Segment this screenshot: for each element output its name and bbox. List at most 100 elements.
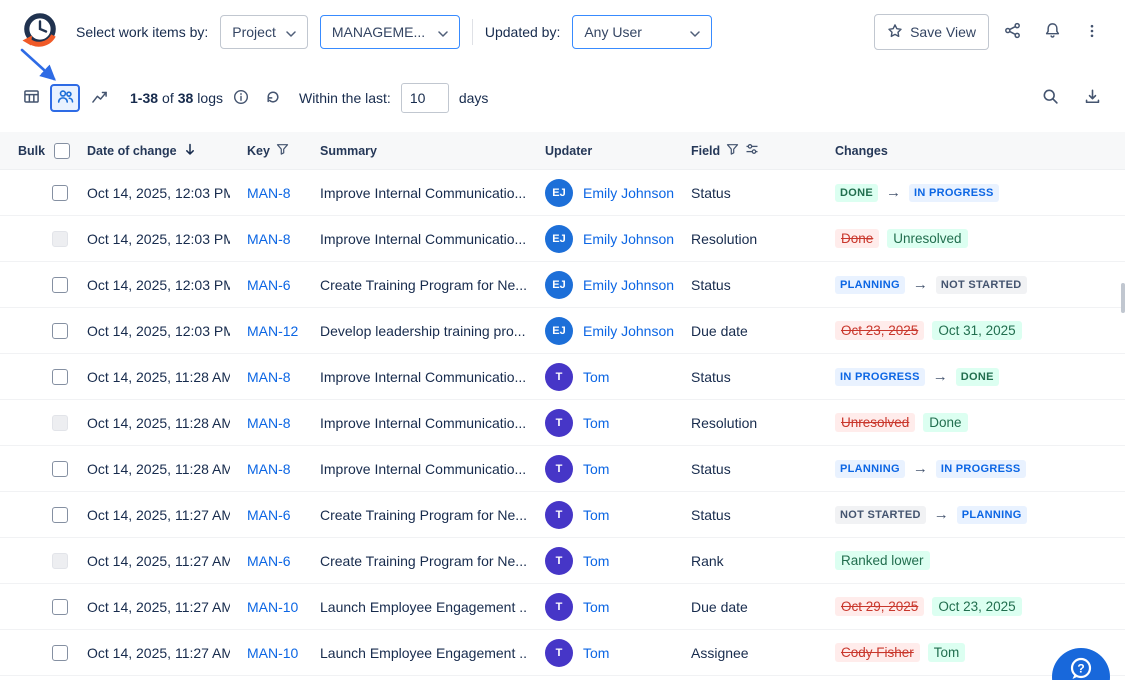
chart-view-button[interactable] [84, 84, 114, 112]
key-link[interactable]: MAN-8 [247, 369, 291, 385]
row-checkbox[interactable] [52, 323, 68, 339]
date-text: Oct 14, 2025, 11:28 AM [87, 461, 230, 477]
updater-link[interactable]: Tom [583, 415, 609, 431]
people-view-button[interactable] [50, 84, 80, 112]
updater-link[interactable]: Tom [583, 507, 609, 523]
date-text: Oct 14, 2025, 12:03 PM [87, 277, 230, 293]
status-badge: IN PROGRESS [936, 460, 1026, 478]
key-link[interactable]: MAN-8 [247, 231, 291, 247]
status-badge: PLANNING [835, 460, 905, 478]
share-button[interactable] [995, 15, 1029, 49]
top-bar-actions: Save View [874, 14, 1109, 50]
updater-link[interactable]: Emily Johnson [583, 185, 674, 201]
status-badge: IN PROGRESS [835, 368, 925, 386]
key-link[interactable]: MAN-8 [247, 185, 291, 201]
change-arrow-icon: → [913, 276, 928, 293]
days-input[interactable] [401, 83, 449, 113]
count-total: 38 [178, 90, 194, 106]
save-view-button[interactable]: Save View [874, 14, 989, 50]
key-link[interactable]: MAN-6 [247, 553, 291, 569]
updater-link[interactable]: Emily Johnson [583, 323, 674, 339]
key-link[interactable]: MAN-12 [247, 323, 298, 339]
row-checkbox[interactable] [52, 277, 68, 293]
status-badge: PLANNING [835, 276, 905, 294]
info-button[interactable] [227, 84, 255, 112]
date-text: Oct 14, 2025, 12:03 PM [87, 231, 230, 247]
project-value-dropdown[interactable]: MANAGEME... [320, 15, 460, 49]
project-value-label: MANAGEME... [332, 24, 425, 40]
key-link[interactable]: MAN-6 [247, 507, 291, 523]
summary-text: Develop leadership training pro... [320, 323, 525, 339]
changes-cell: PLANNING→IN PROGRESS [818, 460, 1125, 478]
updater-link[interactable]: Tom [583, 599, 609, 615]
row-checkbox[interactable] [52, 369, 68, 385]
key-link[interactable]: MAN-10 [247, 599, 298, 615]
field-column-label: Field [691, 144, 720, 158]
avatar: EJ [545, 225, 573, 253]
export-button[interactable] [1075, 81, 1109, 115]
updater-column-label: Updater [545, 144, 592, 158]
user-filter-dropdown[interactable]: Any User [572, 15, 712, 49]
key-link[interactable]: MAN-6 [247, 277, 291, 293]
avatar: T [545, 409, 573, 437]
value-badge: Oct 23, 2025 [932, 597, 1021, 616]
row-checkbox[interactable] [52, 645, 68, 661]
app-logo-icon [16, 9, 62, 55]
summary-text: Launch Employee Engagement ... [320, 645, 528, 661]
row-checkbox[interactable] [52, 553, 68, 569]
chevron-down-icon [438, 24, 448, 40]
row-checkbox[interactable] [52, 231, 68, 247]
updater-link[interactable]: Emily Johnson [583, 231, 674, 247]
row-checkbox[interactable] [52, 599, 68, 615]
updater-link[interactable]: Emily Johnson [583, 277, 674, 293]
updater-link[interactable]: Tom [583, 553, 609, 569]
date-text: Oct 14, 2025, 12:03 PM [87, 323, 230, 339]
more-options-button[interactable] [1075, 15, 1109, 49]
notifications-button[interactable] [1035, 15, 1069, 49]
refresh-button[interactable] [259, 84, 287, 112]
value-badge: Unresolved [835, 413, 915, 432]
table-view-button[interactable] [16, 84, 46, 112]
table-row: Oct 14, 2025, 11:27 AM MAN-6 Create Trai… [0, 538, 1125, 584]
changes-cell: UnresolvedDone [818, 413, 1125, 432]
download-icon [1084, 88, 1101, 108]
avatar: EJ [545, 271, 573, 299]
row-checkbox[interactable] [52, 507, 68, 523]
value-badge: Oct 31, 2025 [932, 321, 1021, 340]
scrollbar-thumb[interactable] [1121, 283, 1125, 313]
row-checkbox[interactable] [52, 415, 68, 431]
avatar: EJ [545, 179, 573, 207]
summary-column-label: Summary [320, 144, 377, 158]
field-text: Resolution [691, 415, 757, 431]
table-view-icon [23, 88, 40, 108]
updater-link[interactable]: Tom [583, 461, 609, 477]
field-text: Status [691, 461, 731, 477]
row-checkbox[interactable] [52, 185, 68, 201]
date-column-label: Date of change [87, 144, 177, 158]
field-settings-sliders-icon[interactable] [745, 142, 759, 159]
user-filter-label: Any User [584, 24, 642, 40]
key-link[interactable]: MAN-8 [247, 415, 291, 431]
select-all-checkbox[interactable] [54, 143, 70, 159]
summary-text: Improve Internal Communicatio... [320, 185, 526, 201]
value-badge: Oct 29, 2025 [835, 597, 924, 616]
row-checkbox[interactable] [52, 461, 68, 477]
project-filter-dropdown[interactable]: Project [220, 15, 308, 49]
summary-text: Improve Internal Communicatio... [320, 461, 526, 477]
search-icon [1042, 88, 1059, 108]
filter-funnel-icon[interactable] [726, 143, 739, 159]
view-toggle-group [16, 84, 114, 112]
key-link[interactable]: MAN-8 [247, 461, 291, 477]
changes-cell: IN PROGRESS→DONE [818, 368, 1125, 386]
changes-cell: Oct 29, 2025 Oct 23, 2025 [818, 597, 1125, 616]
table-row: Oct 14, 2025, 12:03 PM MAN-12 Develop le… [0, 308, 1125, 354]
updater-link[interactable]: Tom [583, 369, 609, 385]
sort-desc-icon[interactable] [183, 142, 197, 159]
updater-link[interactable]: Tom [583, 645, 609, 661]
field-text: Status [691, 277, 731, 293]
search-button[interactable] [1033, 81, 1067, 115]
kebab-menu-icon [1084, 23, 1100, 42]
changes-cell: Oct 23, 2025Oct 31, 2025 [818, 321, 1125, 340]
key-link[interactable]: MAN-10 [247, 645, 298, 661]
filter-funnel-icon[interactable] [276, 143, 289, 159]
